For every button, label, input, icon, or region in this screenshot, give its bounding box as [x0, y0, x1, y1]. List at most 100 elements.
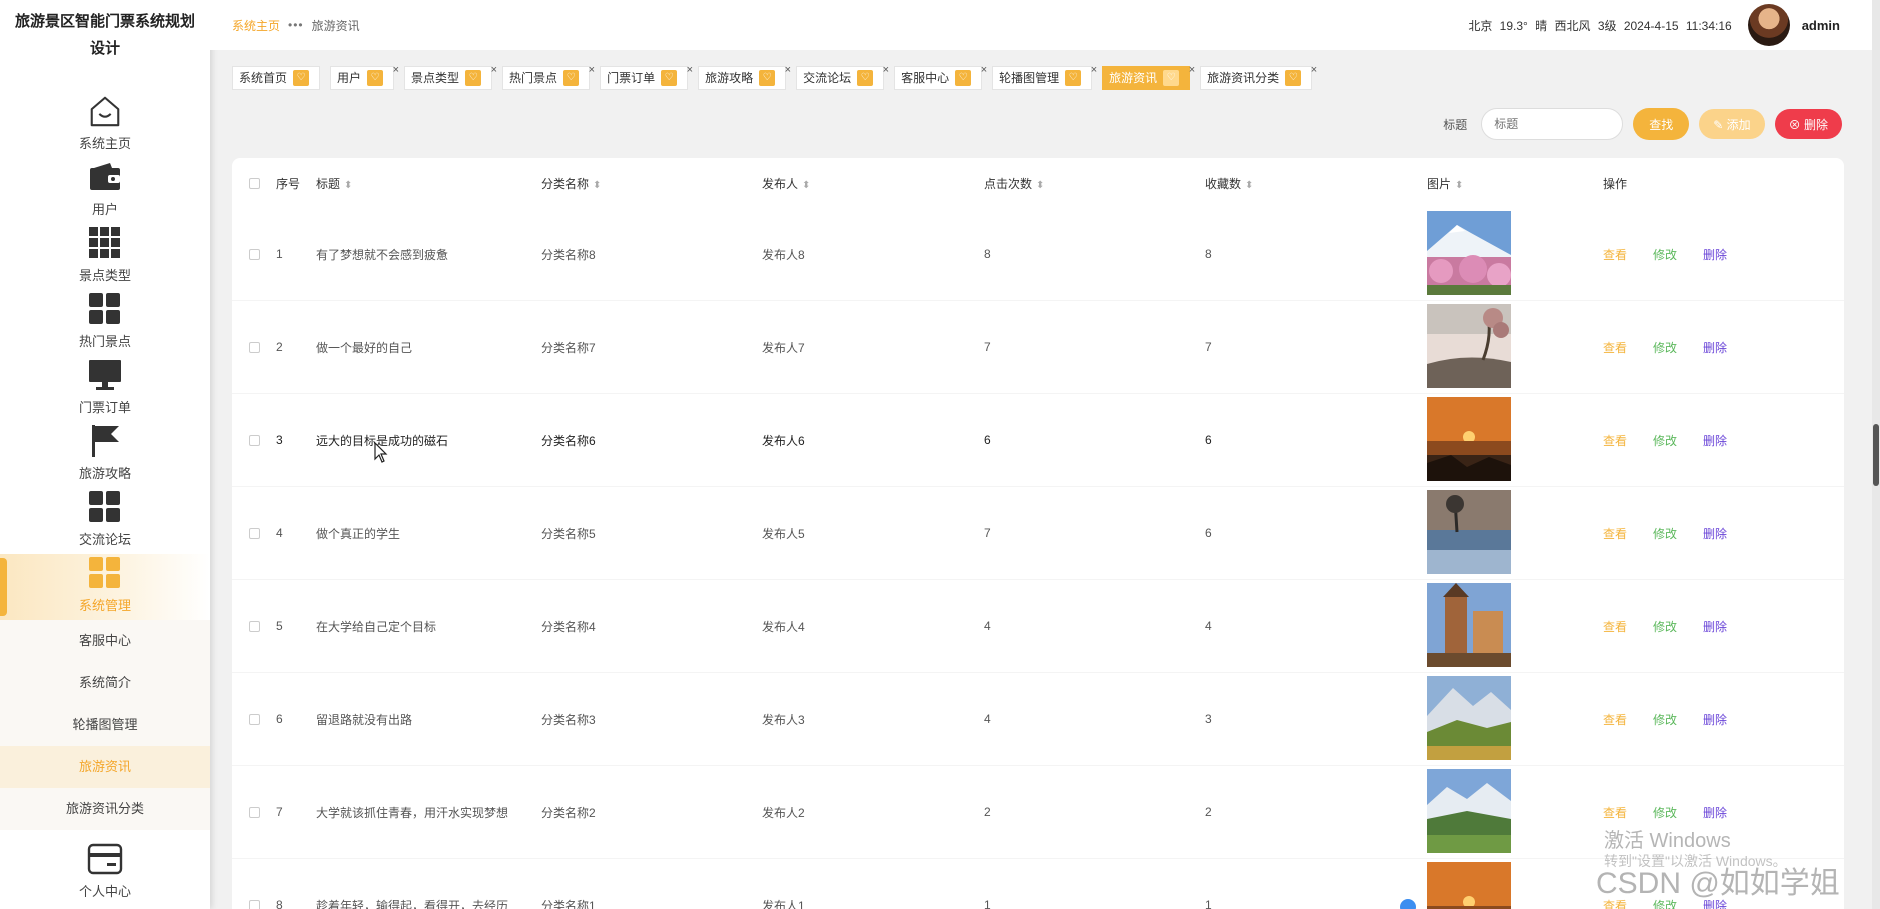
- sidebar-item-users[interactable]: 用户: [0, 158, 210, 224]
- sidebar-subitem-carousel[interactable]: 轮播图管理: [0, 704, 210, 746]
- close-icon[interactable]: ×: [785, 58, 791, 82]
- add-button[interactable]: ✎ 添加: [1699, 109, 1765, 139]
- row-checkbox[interactable]: [248, 713, 260, 725]
- delete-link[interactable]: 删除: [1703, 618, 1727, 635]
- sidebar-subitem-customer-service[interactable]: 客服中心: [0, 620, 210, 662]
- header-title[interactable]: 标题 ⬍: [316, 175, 541, 192]
- edit-link[interactable]: 修改: [1653, 246, 1677, 263]
- row-checkbox[interactable]: [248, 341, 260, 353]
- tab-home[interactable]: 系统首页 ♡: [232, 66, 321, 90]
- sidebar-item-forum[interactable]: 交流论坛: [0, 488, 210, 554]
- cell-favorites: 8: [1205, 247, 1212, 261]
- search-input[interactable]: [1481, 108, 1624, 140]
- sidebar-subitem-system-intro[interactable]: 系统简介: [0, 662, 210, 704]
- view-link[interactable]: 查看: [1603, 618, 1627, 635]
- view-link[interactable]: 查看: [1603, 432, 1627, 449]
- tab-attraction-types[interactable]: 景点类型 ♡ ×: [404, 64, 497, 90]
- tab-label: 热门景点: [509, 71, 558, 85]
- search-button[interactable]: 查找: [1633, 108, 1690, 140]
- row-checkbox[interactable]: [248, 899, 260, 909]
- cell-publisher: 发布人2: [762, 805, 805, 820]
- wallet-icon: [87, 159, 123, 195]
- view-link[interactable]: 查看: [1603, 711, 1627, 728]
- edit-link[interactable]: 修改: [1653, 432, 1677, 449]
- username[interactable]: admin: [1802, 18, 1840, 33]
- edit-link[interactable]: 修改: [1653, 339, 1677, 356]
- close-icon[interactable]: ×: [491, 58, 497, 82]
- header-label: 图片: [1427, 176, 1452, 191]
- delete-link[interactable]: 删除: [1703, 432, 1727, 449]
- tab-travel-news[interactable]: 旅游资讯 ♡ ×: [1102, 64, 1195, 90]
- header-publisher[interactable]: 发布人 ⬍: [762, 175, 984, 192]
- tab-label: 门票订单: [607, 71, 656, 85]
- delete-link[interactable]: 删除: [1703, 711, 1727, 728]
- thumbnail-image[interactable]: [1427, 768, 1511, 853]
- tab-users[interactable]: 用户 ♡ ×: [330, 64, 399, 90]
- view-link[interactable]: 查看: [1603, 525, 1627, 542]
- thumbnail-image[interactable]: [1427, 396, 1511, 481]
- thumbnail-image[interactable]: [1427, 303, 1511, 388]
- header-image[interactable]: 图片 ⬍: [1427, 175, 1595, 192]
- edit-link[interactable]: 修改: [1653, 525, 1677, 542]
- close-icon[interactable]: ×: [687, 58, 693, 82]
- sidebar-item-system-management[interactable]: 系统管理: [0, 554, 210, 620]
- tab-customer-service[interactable]: 客服中心 ♡ ×: [894, 64, 987, 90]
- row-checkbox[interactable]: [248, 434, 260, 446]
- tab-forum[interactable]: 交流论坛 ♡ ×: [796, 64, 889, 90]
- view-link[interactable]: 查看: [1603, 339, 1627, 356]
- header-clicks[interactable]: 点击次数 ⬍: [984, 175, 1205, 192]
- delete-button[interactable]: ⊗ 删除: [1774, 109, 1842, 139]
- close-icon[interactable]: ×: [883, 58, 889, 82]
- thumbnail-image[interactable]: [1427, 582, 1511, 667]
- tab-travel-guides[interactable]: 旅游攻略 ♡ ×: [698, 64, 791, 90]
- view-link[interactable]: 查看: [1603, 804, 1627, 821]
- thumbnail-image[interactable]: [1427, 489, 1511, 574]
- tab-hot-attractions[interactable]: 热门景点 ♡ ×: [502, 64, 595, 90]
- sidebar-item-travel-guides[interactable]: 旅游攻略: [0, 422, 210, 488]
- mouse-cursor-icon: [374, 442, 388, 463]
- close-icon[interactable]: ×: [1311, 58, 1317, 82]
- edit-link[interactable]: 修改: [1653, 804, 1677, 821]
- tab-news-category[interactable]: 旅游资讯分类 ♡ ×: [1200, 64, 1317, 90]
- breadcrumb-home[interactable]: 系统主页: [232, 17, 280, 34]
- floating-indicator[interactable]: [1400, 899, 1416, 909]
- row-checkbox[interactable]: [248, 806, 260, 818]
- scrollbar-thumb[interactable]: [1873, 424, 1879, 486]
- delete-link[interactable]: 删除: [1703, 804, 1727, 821]
- view-link[interactable]: 查看: [1603, 246, 1627, 263]
- vertical-scrollbar[interactable]: [1872, 0, 1880, 909]
- sidebar-subitem-travel-news[interactable]: 旅游资讯: [0, 746, 210, 788]
- close-icon[interactable]: ×: [589, 58, 595, 82]
- header-category[interactable]: 分类名称 ⬍: [541, 175, 762, 192]
- row-checkbox[interactable]: [248, 248, 260, 260]
- close-icon[interactable]: ×: [393, 58, 399, 82]
- tab-ticket-orders[interactable]: 门票订单 ♡ ×: [600, 64, 693, 90]
- sidebar-item-ticket-orders[interactable]: 门票订单: [0, 356, 210, 422]
- tab-carousel[interactable]: 轮播图管理 ♡ ×: [992, 64, 1097, 90]
- avatar[interactable]: [1747, 4, 1790, 46]
- header-favorites[interactable]: 收藏数 ⬍: [1205, 175, 1427, 192]
- cell-category: 分类名称2: [541, 805, 596, 820]
- sidebar-subitem-news-category[interactable]: 旅游资讯分类: [0, 788, 210, 830]
- sidebar-item-profile[interactable]: 个人中心: [0, 836, 210, 906]
- edit-link[interactable]: 修改: [1653, 711, 1677, 728]
- close-icon[interactable]: ×: [981, 58, 987, 82]
- delete-link[interactable]: 删除: [1703, 525, 1727, 542]
- delete-link[interactable]: 删除: [1703, 339, 1727, 356]
- sidebar-item-hot-attractions[interactable]: 热门景点: [0, 290, 210, 356]
- sidebar-item-home[interactable]: 系统主页: [0, 92, 210, 158]
- cell-index: 1: [276, 247, 283, 261]
- row-checkbox[interactable]: [248, 620, 260, 632]
- close-icon[interactable]: ×: [1189, 58, 1195, 82]
- cell-publisher: 发布人8: [762, 247, 805, 262]
- select-all-checkbox[interactable]: [248, 177, 260, 189]
- thumbnail-image[interactable]: [1427, 861, 1511, 909]
- close-icon[interactable]: ×: [1091, 58, 1097, 82]
- sidebar-item-attraction-types[interactable]: 景点类型: [0, 224, 210, 290]
- delete-link[interactable]: 删除: [1703, 246, 1727, 263]
- row-checkbox[interactable]: [248, 527, 260, 539]
- thumbnail-image[interactable]: [1427, 675, 1511, 760]
- edit-link[interactable]: 修改: [1653, 618, 1677, 635]
- thumbnail-image[interactable]: [1427, 210, 1511, 295]
- sidebar-submenu: 客服中心 系统简介 轮播图管理 旅游资讯 旅游资讯分类: [0, 620, 210, 830]
